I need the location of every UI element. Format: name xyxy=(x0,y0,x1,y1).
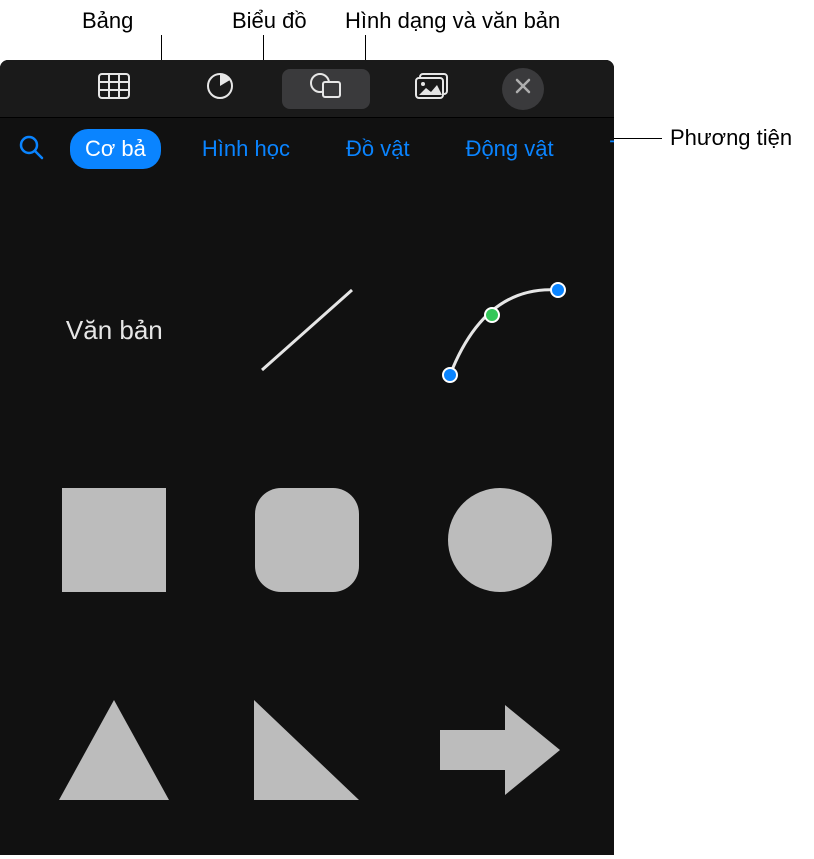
curve-icon xyxy=(430,270,570,390)
shapes-grid: Văn bản xyxy=(0,180,614,830)
shape-line[interactable] xyxy=(232,270,382,390)
category-animals[interactable]: Động vật xyxy=(451,129,569,169)
insert-panel: Cơ bả Hình học Đồ vật Động vật Tự Văn bả… xyxy=(0,60,614,855)
close-icon xyxy=(515,78,531,99)
category-row: Cơ bả Hình học Đồ vật Động vật Tự xyxy=(0,118,614,180)
close-button[interactable] xyxy=(502,68,544,110)
category-nature[interactable]: Tự xyxy=(595,129,614,169)
shape-curve[interactable] xyxy=(425,270,575,390)
shapes-icon xyxy=(309,72,343,105)
media-icon xyxy=(415,73,449,104)
chart-button[interactable] xyxy=(176,69,264,109)
table-icon xyxy=(98,73,130,104)
rounded-square-icon xyxy=(252,485,362,595)
search-icon[interactable] xyxy=(18,134,44,165)
shape-square[interactable] xyxy=(39,480,189,600)
triangle-icon xyxy=(54,695,174,805)
callout-media-label: Phương tiện xyxy=(670,125,792,151)
shape-right-triangle[interactable] xyxy=(232,690,382,810)
category-geometry[interactable]: Hình học xyxy=(187,129,305,169)
shape-text[interactable]: Văn bản xyxy=(39,270,189,390)
toolbar xyxy=(0,60,614,118)
right-triangle-icon xyxy=(249,695,364,805)
callout-table-label: Bảng xyxy=(82,8,133,34)
shape-rounded-square[interactable] xyxy=(232,480,382,600)
shape-triangle[interactable] xyxy=(39,690,189,810)
category-basic[interactable]: Cơ bả xyxy=(70,129,161,169)
line-icon xyxy=(247,270,367,390)
shape-circle[interactable] xyxy=(425,480,575,600)
shapes-button[interactable] xyxy=(282,69,370,109)
circle-icon xyxy=(445,485,555,595)
media-button[interactable] xyxy=(388,69,476,109)
arrow-icon xyxy=(435,700,565,800)
category-objects[interactable]: Đồ vật xyxy=(331,129,425,169)
pie-chart-icon xyxy=(206,72,234,105)
callout-shapes-text-label: Hình dạng và văn bản xyxy=(345,8,560,34)
shape-arrow[interactable] xyxy=(425,690,575,810)
table-button[interactable] xyxy=(70,69,158,109)
square-icon xyxy=(59,485,169,595)
callout-chart-label: Biểu đồ xyxy=(232,8,307,34)
